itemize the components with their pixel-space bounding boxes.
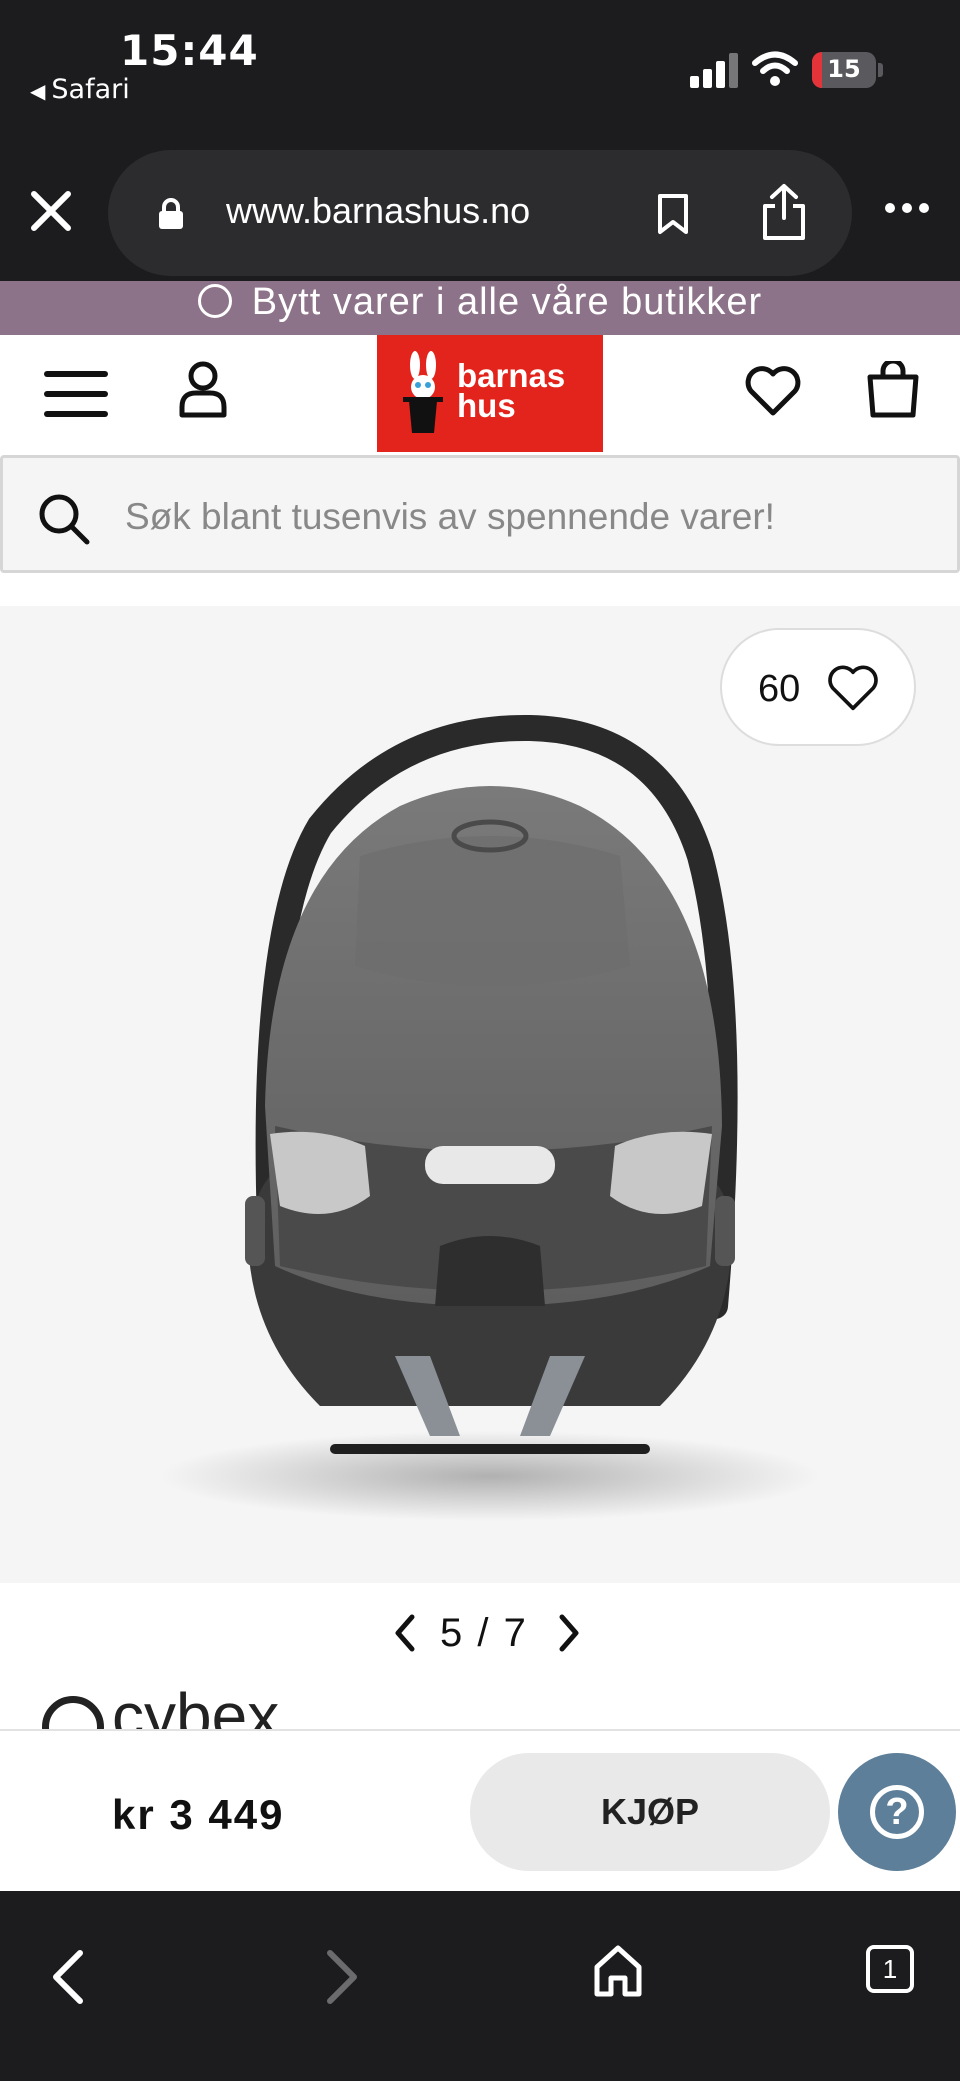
forward-arrow-icon[interactable]: [322, 1947, 362, 2007]
gift-icon: [197, 283, 232, 318]
bookmark-icon[interactable]: [656, 192, 690, 236]
help-button[interactable]: ?: [838, 1753, 956, 1871]
home-icon[interactable]: [592, 1943, 644, 1999]
product-price: kr 3 449: [112, 1791, 285, 1838]
status-time: 15:44: [120, 26, 259, 75]
promo-banner-text: Bytt varer i alle våre butikker: [251, 281, 763, 323]
promo-banner[interactable]: Bytt varer i alle våre butikker: [0, 281, 960, 335]
chevron-right-icon[interactable]: [556, 1613, 582, 1653]
url-text: www.barnashus.no: [226, 190, 531, 231]
brand-logo[interactable]: cybex: [42, 1690, 342, 1730]
close-icon[interactable]: [28, 188, 74, 234]
menu-line: [44, 411, 108, 417]
logo-line-2: hus: [457, 387, 516, 424]
back-triangle-icon: ◀: [30, 79, 46, 103]
lock-icon: [159, 198, 183, 229]
menu-button[interactable]: [44, 371, 108, 419]
logo-text: barnas hus: [457, 359, 565, 424]
brand-logo-mark: [42, 1696, 104, 1730]
more-options-icon[interactable]: [884, 202, 930, 214]
image-counter-separator: /: [477, 1611, 491, 1655]
image-index: 5: [440, 1611, 465, 1655]
battery-percent: 15: [827, 55, 861, 83]
heart-icon: [828, 665, 878, 711]
favorite-count: 60: [758, 668, 801, 710]
battery-cap: [878, 63, 883, 77]
search-placeholder: Søk blant tusenvis av spennende varer!: [125, 496, 775, 537]
cellular-signal-icon: [690, 52, 740, 88]
buy-button[interactable]: KJØP: [470, 1753, 830, 1871]
site-logo[interactable]: barnas hus: [377, 335, 603, 452]
search-icon: [39, 494, 90, 545]
back-to-app-link[interactable]: ◀ Safari: [30, 74, 130, 105]
buy-bar: kr 3 449 KJØP ?: [0, 1729, 960, 1891]
site-header: barnas hus: [0, 335, 960, 453]
share-icon[interactable]: [760, 182, 808, 242]
menu-line: [44, 371, 108, 377]
status-bar: 15:44 ◀ Safari 15: [0, 0, 960, 140]
bunny-hat-logo-icon: [403, 351, 443, 433]
breadcrumb-strip: [0, 573, 960, 606]
shopping-bag-icon[interactable]: [866, 361, 920, 419]
wifi-icon: [752, 51, 798, 86]
image-counter: 5 / 7: [440, 1611, 528, 1656]
account-icon[interactable]: [178, 359, 228, 419]
product-image-car-seat: [160, 714, 820, 1521]
address-bar[interactable]: www.barnashus.no: [108, 150, 852, 276]
product-image-gallery[interactable]: 60: [0, 606, 960, 1583]
image-total: 7: [503, 1611, 528, 1655]
search-input[interactable]: Søk blant tusenvis av spennende varer!: [0, 455, 960, 573]
back-app-label: Safari: [51, 74, 130, 105]
browser-toolbar: 1: [0, 1891, 960, 2081]
menu-line: [44, 391, 108, 397]
tabs-button[interactable]: 1: [866, 1945, 914, 1993]
image-pager: 5 / 7: [0, 1583, 960, 1683]
question-mark-icon: ?: [870, 1785, 924, 1839]
chevron-left-icon[interactable]: [392, 1613, 418, 1653]
battery-icon: 15: [812, 52, 876, 88]
heart-icon[interactable]: [744, 365, 802, 417]
back-arrow-icon[interactable]: [48, 1947, 88, 2007]
brand-name: cybex: [112, 1690, 280, 1730]
browser-chrome: www.barnashus.no: [0, 140, 960, 281]
